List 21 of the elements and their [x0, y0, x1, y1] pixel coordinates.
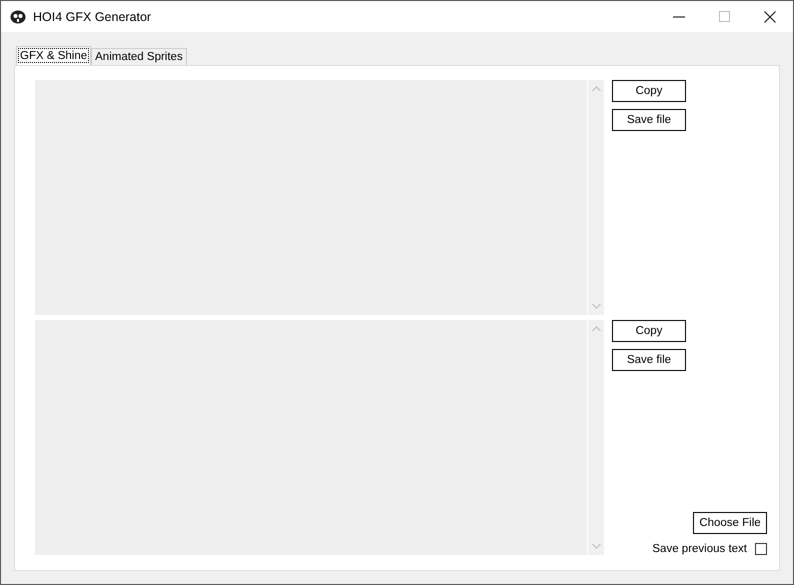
choose-file-button[interactable]: Choose File — [693, 512, 767, 534]
scrollbar[interactable] — [587, 320, 604, 555]
maximize-icon[interactable] — [719, 11, 730, 22]
window-title: HOI4 GFX Generator — [33, 10, 152, 24]
checkbox-label: Save previous text — [652, 543, 747, 555]
logo-icon — [10, 10, 26, 24]
copy-button[interactable]: Copy — [612, 80, 686, 102]
scroll-down-icon[interactable] — [592, 543, 600, 549]
text-area[interactable] — [35, 80, 604, 315]
scroll-down-icon[interactable] — [592, 303, 600, 309]
checkbox[interactable] — [755, 543, 767, 555]
tab[interactable]: Animated Sprites — [91, 48, 187, 65]
close-icon[interactable] — [764, 10, 776, 22]
copy-button[interactable]: Copy — [612, 320, 686, 342]
tab[interactable]: GFX & Shine — [16, 46, 92, 65]
scroll-up-icon[interactable] — [592, 326, 600, 332]
scroll-up-icon[interactable] — [592, 86, 600, 92]
save-file-button[interactable]: Save file — [612, 349, 686, 371]
text-area[interactable] — [35, 320, 604, 555]
scrollbar[interactable] — [587, 80, 604, 315]
save-file-button[interactable]: Save file — [612, 109, 686, 131]
